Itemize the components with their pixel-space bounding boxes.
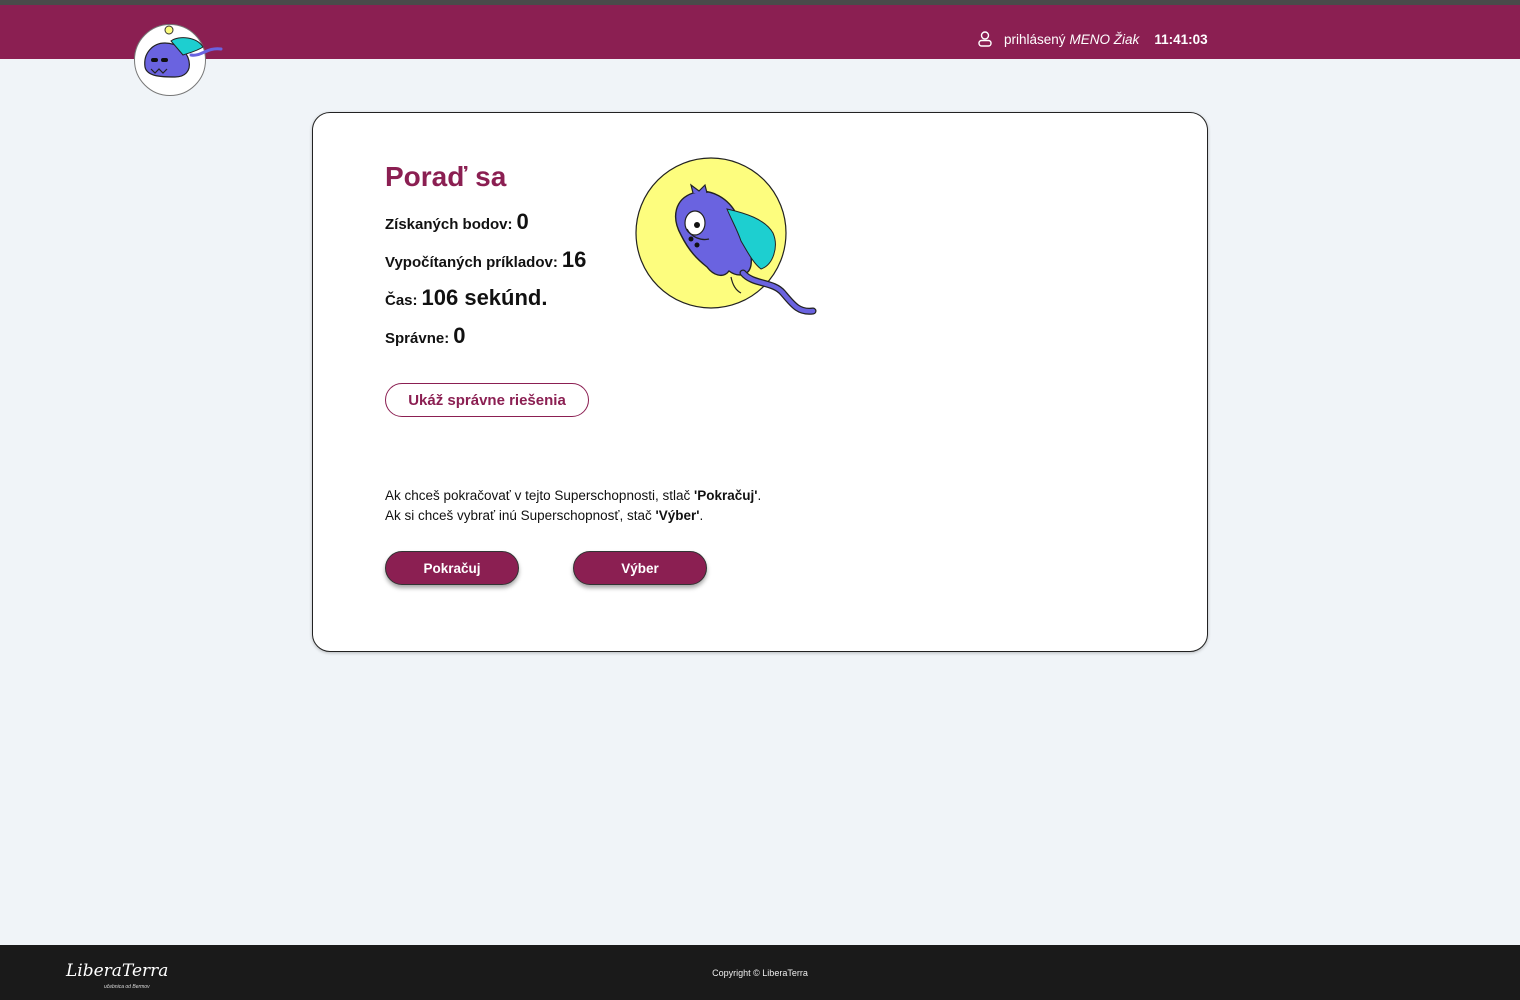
time-label: Čas:: [385, 292, 418, 309]
monster-mascot-icon: [635, 157, 817, 315]
show-solutions-button[interactable]: Ukáž správne riešenia: [385, 383, 589, 417]
user-label: prihlásený: [1004, 31, 1066, 47]
clock: 11:41:03: [1154, 31, 1208, 47]
user-name: MENO Žiak: [1069, 31, 1140, 47]
instruction-line-select: Ak si chceš vybrať inú Superschopnosť, s…: [385, 506, 761, 526]
instruction-select-keyword: 'Výber': [655, 508, 700, 523]
footer-logo-subtext: učebnica od Bermov: [104, 984, 150, 990]
instruction-select-end: .: [699, 508, 704, 523]
correct-value: 0: [453, 323, 466, 348]
time-value: 106 sekúnd.: [421, 285, 548, 310]
points-value: 0: [516, 209, 529, 234]
correct-stat: Správne: 0: [385, 323, 465, 349]
time-stat: Čas: 106 sekúnd.: [385, 285, 547, 311]
result-card: Poraď sa Získaných bodov: 0 Vypočítaných …: [312, 112, 1208, 652]
correct-label: Správne:: [385, 330, 450, 347]
user-info: prihlásený MENO Žiak 11:41:03: [978, 29, 1208, 49]
footer: LiberaTerra učebnica od Bermov Copyright…: [0, 945, 1520, 1000]
header-bar: prihlásený MENO Žiak 11:41:03: [0, 5, 1520, 59]
result-title: Poraď sa: [385, 161, 507, 192]
continue-button[interactable]: Pokračuj: [385, 551, 519, 585]
monster-logo-icon: [144, 25, 223, 78]
points-stat: Získaných bodov: 0: [385, 209, 529, 235]
instruction-continue-keyword: 'Pokračuj': [693, 488, 758, 503]
instruction-continue-text: Ak chceš pokračovať v tejto Superschopno…: [385, 488, 691, 503]
select-button[interactable]: Výber: [573, 551, 707, 585]
instruction-line-continue: Ak chceš pokračovať v tejto Superschopno…: [385, 486, 761, 506]
examples-label: Vypočítaných príkladov:: [385, 254, 558, 271]
examples-value: 16: [561, 247, 587, 272]
instruction-continue-end: .: [757, 488, 762, 503]
user-icon: [978, 31, 992, 47]
app-logo[interactable]: [134, 24, 223, 96]
instruction-select-text: Ak si chceš vybrať inú Superschopnosť, s…: [385, 508, 652, 523]
copyright: Copyright © LiberaTerra: [712, 968, 808, 978]
examples-stat: Vypočítaných príkladov: 16: [385, 247, 586, 273]
points-label: Získaných bodov:: [385, 216, 513, 233]
instructions: Ak chceš pokračovať v tejto Superschopno…: [385, 486, 761, 526]
